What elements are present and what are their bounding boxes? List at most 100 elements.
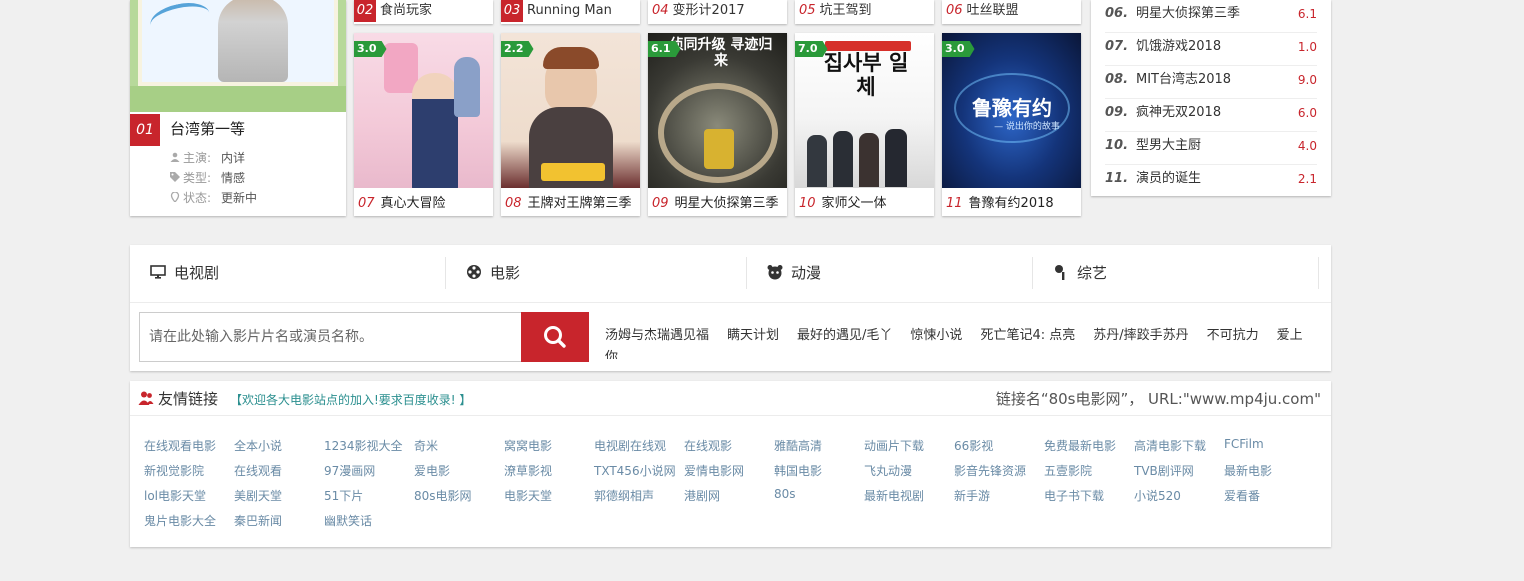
friend-link[interactable]: 高清电影下载 xyxy=(1134,437,1206,454)
item-title: 坑王驾到 xyxy=(819,3,872,18)
friend-link[interactable]: 动画片下载 xyxy=(864,437,924,454)
show-card[interactable]: 侦同升级 寻迹归来 6.1 09 明星大侦探第三季 xyxy=(648,33,787,216)
nav-tab-movie[interactable]: 电影 xyxy=(466,257,747,289)
friend-link[interactable]: 在线观看电影 xyxy=(144,437,216,454)
poster-headline: 侦同升级 寻迹归来 xyxy=(669,37,773,69)
hot-keyword[interactable]: 最好的遇见/毛丫 xyxy=(797,328,892,343)
friend-link[interactable]: 新手游 xyxy=(954,487,990,504)
show-caption[interactable]: 09 明星大侦探第三季 xyxy=(652,192,779,211)
friend-links-note: 链接名“80s电影网”， URL:"www.mp4ju.com" xyxy=(995,390,1321,408)
rating-badge: 3.0 xyxy=(942,41,975,57)
list-item[interactable]: 03 Running Man xyxy=(501,0,640,24)
friend-link[interactable]: 潦草影视 xyxy=(504,462,552,479)
nav-tab-anime[interactable]: 动漫 xyxy=(767,257,1033,289)
show-card[interactable]: 2.2 08 王牌对王牌第三季 xyxy=(501,33,640,216)
friend-link[interactable]: 韩国电影 xyxy=(774,462,822,479)
friend-link[interactable]: lol电影天堂 xyxy=(144,487,206,504)
friend-link[interactable]: 港剧网 xyxy=(684,487,720,504)
show-caption[interactable]: 11 鲁豫有约2018 xyxy=(946,192,1054,211)
friend-link[interactable]: 80s xyxy=(774,487,796,501)
friend-link[interactable]: 最新电视剧 xyxy=(864,487,924,504)
ranking-row[interactable]: 09. 疯神无双2018 6.0 xyxy=(1105,99,1317,132)
list-item[interactable]: 02 食尚玩家 xyxy=(354,0,493,24)
ranking-row[interactable]: 10. 型男大主厨 4.0 xyxy=(1105,132,1317,165)
friend-link[interactable]: 1234影视大全 xyxy=(324,437,403,454)
friend-link[interactable]: 飞丸动漫 xyxy=(864,462,912,479)
item-rank: 06 xyxy=(946,3,963,18)
hot-keyword[interactable]: 苏丹/摔跤手苏丹 xyxy=(1093,328,1188,343)
friend-link[interactable]: 幽默笑话 xyxy=(324,512,372,529)
featured-meta-status: 状态: 更新中 xyxy=(170,189,257,206)
featured-meta-actors: 主演: 内详 xyxy=(170,149,245,166)
search-icon xyxy=(544,326,566,348)
hot-keyword[interactable]: 不可抗力 xyxy=(1207,328,1259,343)
friend-link[interactable]: 爱情电影网 xyxy=(684,462,744,479)
friend-link[interactable]: 最新电影 xyxy=(1224,462,1272,479)
friend-link[interactable]: 雅酷高清 xyxy=(774,437,822,454)
ranking-row[interactable]: 06. 明星大侦探第三季 6.1 xyxy=(1105,0,1317,33)
rating-badge: 2.2 xyxy=(501,41,534,57)
ranking-row[interactable]: 08. MIT台湾志2018 9.0 xyxy=(1105,66,1317,99)
nav-tab-variety[interactable]: 综艺 xyxy=(1053,257,1319,289)
friend-link[interactable]: 影音先锋资源 xyxy=(954,462,1026,479)
friend-link[interactable]: 97漫画网 xyxy=(324,462,375,479)
category-nav: 电视剧 电影 动漫 综艺 xyxy=(130,257,1331,289)
show-caption[interactable]: 08 王牌对王牌第三季 xyxy=(505,192,632,211)
friend-link[interactable]: 新视觉影院 xyxy=(144,462,204,479)
hot-keyword[interactable]: 瞒天计划 xyxy=(727,328,779,343)
friend-link[interactable]: 电影天堂 xyxy=(504,487,552,504)
featured-poster[interactable] xyxy=(130,0,346,112)
show-caption[interactable]: 07 真心大冒险 xyxy=(358,192,446,211)
item-title: Running Man xyxy=(527,3,612,18)
friend-link[interactable]: 小说520 xyxy=(1134,487,1181,504)
friend-links-panel: 友情链接 【欢迎各大电影站点的加入!要求百度收录! 】 链接名“80s电影网”，… xyxy=(130,381,1331,547)
friend-link[interactable]: 电视剧在线观 xyxy=(594,437,666,454)
friend-link[interactable]: 80s电影网 xyxy=(414,487,472,504)
friend-link[interactable]: 全本小说 xyxy=(234,437,282,454)
friend-link[interactable]: 鬼片电影大全 xyxy=(144,512,216,529)
friend-link[interactable]: 爱电影 xyxy=(414,462,450,479)
location-pin-icon xyxy=(170,192,180,202)
search-input[interactable] xyxy=(139,312,523,362)
friend-link[interactable]: FCFilm xyxy=(1224,437,1264,451)
friend-link[interactable]: 窝窝电影 xyxy=(504,437,552,454)
film-reel-icon xyxy=(467,265,481,279)
search-button[interactable] xyxy=(521,312,589,362)
friend-link[interactable]: 51下片 xyxy=(324,487,363,504)
ranking-row[interactable]: 07. 饥饿游戏2018 1.0 xyxy=(1105,33,1317,66)
hot-keyword[interactable]: 汤姆与杰瑞遇见福 xyxy=(605,328,709,343)
friend-link[interactable]: TVB剧评网 xyxy=(1134,462,1194,479)
friend-link[interactable]: 电子书下载 xyxy=(1044,487,1104,504)
friend-link[interactable]: 在线观影 xyxy=(684,437,732,454)
hot-keyword[interactable]: 死亡笔记4: 点亮 xyxy=(980,328,1075,343)
nav-tab-tv[interactable]: 电视剧 xyxy=(150,257,446,289)
panda-icon xyxy=(767,265,783,280)
item-title: 变形计2017 xyxy=(672,3,745,18)
monitor-icon xyxy=(150,265,166,279)
featured-show-card[interactable]: 01 台湾第一等 主演: 内详 类型: 情感 状态: 更新中 xyxy=(130,0,346,216)
ranking-row[interactable]: 11. 演员的诞生 2.1 xyxy=(1105,165,1317,198)
list-item[interactable]: 06 吐丝联盟 xyxy=(942,0,1081,24)
friend-link[interactable]: 郭德纲相声 xyxy=(594,487,654,504)
show-card[interactable]: 집사부 일체 7.0 10 家师父一体 xyxy=(795,33,934,216)
featured-title[interactable]: 台湾第一等 xyxy=(170,118,245,139)
show-caption[interactable]: 10 家师父一体 xyxy=(799,192,887,211)
friend-link[interactable]: 奇米 xyxy=(414,437,438,454)
friend-link[interactable]: 爱看番 xyxy=(1224,487,1260,504)
friend-link[interactable]: 五壹影院 xyxy=(1044,462,1092,479)
friend-link[interactable]: 在线观看 xyxy=(234,462,282,479)
friend-link[interactable]: 免费最新电影 xyxy=(1044,437,1116,454)
list-item[interactable]: 04 变形计2017 xyxy=(648,0,787,24)
hot-keyword[interactable]: 惊悚小说 xyxy=(910,328,962,343)
friend-link[interactable]: 秦巴新闻 xyxy=(234,512,282,529)
friend-link[interactable]: 66影视 xyxy=(954,437,993,454)
poster-headline: 집사부 일체 xyxy=(823,51,909,99)
show-card[interactable]: 鲁豫有约 — 说出你的故事 3.0 11 鲁豫有约2018 xyxy=(942,33,1081,216)
person-icon xyxy=(170,152,180,162)
friend-link[interactable]: TXT456小说网 xyxy=(594,462,676,479)
list-item[interactable]: 05 坑王驾到 xyxy=(795,0,934,24)
show-card[interactable]: 3.0 07 真心大冒险 xyxy=(354,33,493,216)
item-rank: 03 xyxy=(501,0,523,22)
friend-links-header: 友情链接 【欢迎各大电影站点的加入!要求百度收录! 】 链接名“80s电影网”，… xyxy=(130,381,1331,416)
friend-link[interactable]: 美剧天堂 xyxy=(234,487,282,504)
